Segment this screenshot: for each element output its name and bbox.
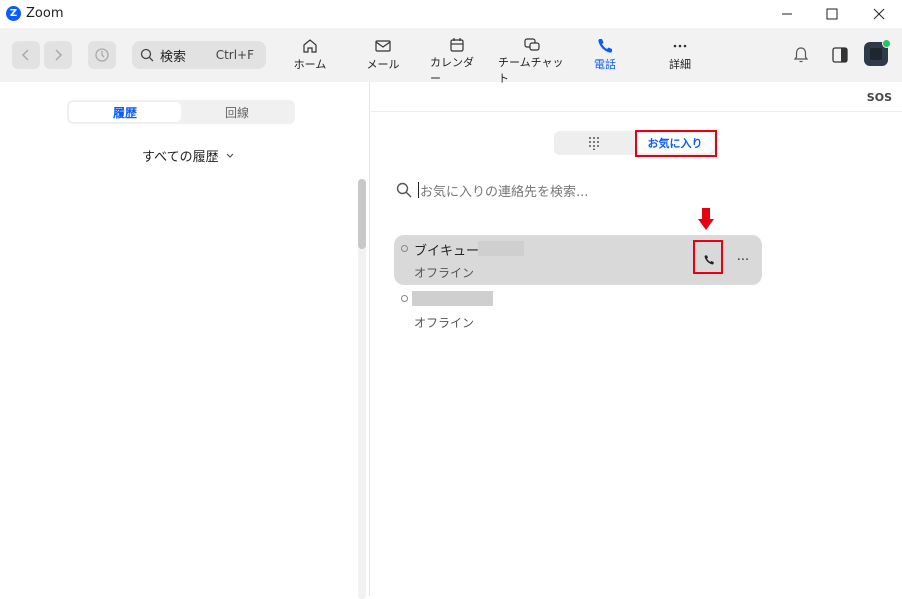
tab-more[interactable]: 詳細 <box>660 36 700 76</box>
tab-team-chat[interactable]: チームチャット <box>498 36 566 85</box>
close-icon <box>873 8 885 20</box>
maximize-icon <box>826 8 838 20</box>
segment-dialpad[interactable] <box>554 131 634 155</box>
title-bar: Z Zoom <box>0 0 902 28</box>
redacted-text <box>412 291 493 306</box>
dialpad-icon <box>589 137 599 150</box>
history-pane: 履歴 回線 すべての履歴 <box>0 82 370 599</box>
history-filter-label: すべての履歴 <box>142 150 219 165</box>
tab-phone[interactable]: 電話 <box>585 36 625 76</box>
back-button[interactable] <box>12 41 40 69</box>
mail-icon <box>375 40 391 52</box>
text-caret <box>418 182 419 198</box>
pane-header: SOS <box>371 82 902 112</box>
zoom-logo-icon: Z <box>6 6 21 21</box>
tab-phone-label: 電話 <box>594 58 616 71</box>
redacted-text <box>478 241 524 256</box>
window-title: Zoom <box>26 6 64 21</box>
scrollbar-thumb[interactable] <box>358 179 366 249</box>
notifications-button[interactable] <box>792 46 810 68</box>
chevron-down-icon <box>226 153 234 158</box>
main-toolbar: 検索 Ctrl+F ホーム メール カレンダー チームチャット 電話 詳細 <box>0 28 902 85</box>
close-button[interactable] <box>856 0 902 28</box>
chat-icon <box>524 38 540 51</box>
sos-button[interactable]: SOS <box>867 91 892 104</box>
tab-mail[interactable]: メール <box>363 36 403 76</box>
favorites-pane: SOS お気に入り お気に入りの連絡先を検索... ブイキューブ オフライン ·… <box>371 82 902 596</box>
contact-search-placeholder: お気に入りの連絡先を検索... <box>420 184 589 200</box>
panel-icon <box>832 47 848 63</box>
search-box[interactable]: 検索 Ctrl+F <box>132 41 266 69</box>
side-panel-toggle[interactable] <box>831 46 849 68</box>
calendar-icon <box>450 38 464 52</box>
contact-search[interactable]: お気に入りの連絡先を検索... <box>396 180 726 200</box>
tab-more-label: 詳細 <box>669 58 691 71</box>
contact-row[interactable]: オフライン <box>394 285 762 335</box>
tab-mail-label: メール <box>366 58 400 71</box>
forward-button[interactable] <box>44 41 72 69</box>
red-arrow-annotation <box>698 208 714 230</box>
history-icon <box>95 48 109 62</box>
chevron-right-icon <box>55 49 63 61</box>
phone-icon <box>598 39 612 53</box>
tab-home-label: ホーム <box>293 58 327 71</box>
highlight-box-favorites <box>635 130 717 157</box>
chevron-left-icon <box>21 49 29 61</box>
segment-history[interactable]: 履歴 <box>69 102 181 122</box>
search-icon <box>140 48 154 62</box>
more-options-button[interactable]: ··· <box>732 248 754 272</box>
home-icon <box>303 39 317 53</box>
presence-indicator <box>882 39 891 48</box>
contact-status: オフライン <box>414 316 475 330</box>
minimize-icon <box>782 13 792 15</box>
avatar[interactable] <box>864 39 891 66</box>
search-icon <box>396 182 412 198</box>
presence-offline-icon <box>401 295 408 302</box>
minimize-button[interactable] <box>764 0 810 28</box>
history-segment-control: 履歴 回線 <box>67 100 295 124</box>
history-filter-dropdown[interactable]: すべての履歴 <box>142 146 235 165</box>
search-label: 検索 <box>160 49 187 65</box>
more-dots-icon <box>673 44 687 48</box>
contact-status: オフライン <box>414 266 475 280</box>
history-button[interactable] <box>88 41 116 69</box>
bell-icon <box>793 47 809 63</box>
segment-lines[interactable]: 回線 <box>181 102 293 122</box>
search-shortcut: Ctrl+F <box>215 48 254 62</box>
maximize-button[interactable] <box>809 0 855 28</box>
presence-offline-icon <box>401 245 408 252</box>
avatar-image <box>870 48 882 60</box>
highlight-box-call <box>693 240 723 274</box>
tab-home[interactable]: ホーム <box>290 36 330 76</box>
tab-calendar[interactable]: カレンダー <box>430 36 484 85</box>
